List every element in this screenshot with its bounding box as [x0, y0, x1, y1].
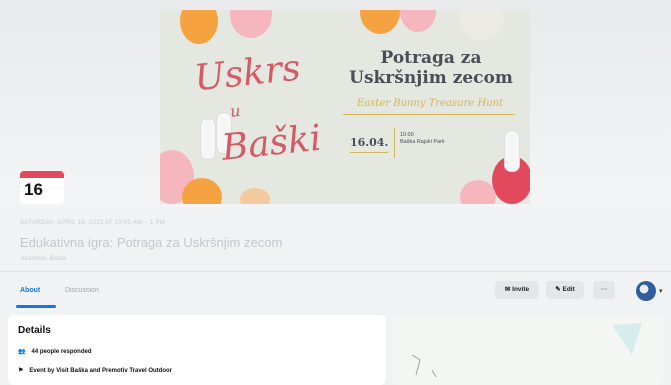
- poster-title: Potraga za Uskršnjim zecom: [349, 48, 513, 88]
- cover-photo[interactable]: Uskrs u Baški Potraga za Uskršnjim zecom…: [160, 10, 530, 204]
- more-button[interactable]: ···: [593, 281, 615, 299]
- event-datetime: SATURDAY, APRIL 16, 2022 AT 10:00 AM – 1…: [20, 220, 166, 226]
- organizer-row[interactable]: ⚑ Event by Visit Baška and Premotiv Trav…: [18, 367, 172, 375]
- edit-button[interactable]: ✎ Edit: [546, 281, 584, 299]
- poster-script-title: Uskrs u Baški: [192, 47, 324, 169]
- map-icon[interactable]: [392, 315, 663, 385]
- event-title: Edukativna igra: Potraga za Uskršnjim ze…: [20, 235, 283, 250]
- egg-decoration: [180, 10, 218, 44]
- more-icon: ···: [600, 286, 608, 293]
- tab-discussion[interactable]: Discussion: [65, 287, 99, 294]
- egg-decoration: [460, 10, 504, 40]
- egg-decoration: [182, 178, 222, 204]
- flag-icon: ⚑: [18, 368, 24, 374]
- bunny-decoration: [504, 130, 520, 172]
- details-card: Details 👥 44 people responded ⚑ Event by…: [8, 315, 386, 385]
- poster-separator: [394, 128, 395, 158]
- event-location[interactable]: Jurandvor, Baška: [20, 256, 66, 262]
- poster-time: 10:00 Baška Rajski Park: [400, 132, 445, 145]
- avatar-icon[interactable]: [636, 281, 656, 301]
- organizer-text: Event by Visit Baška and Premotiv Travel…: [29, 367, 172, 374]
- egg-decoration: [240, 188, 270, 204]
- poster-subtitle: Easter Bunny Treasure Hunt: [356, 98, 504, 109]
- calendar-month-bar: [20, 171, 64, 178]
- map-preview: [411, 323, 642, 378]
- calendar-icon: 16: [20, 171, 64, 204]
- tab-about[interactable]: About: [20, 287, 40, 294]
- poster-date-underline: [350, 152, 388, 153]
- active-tab-indicator: [16, 305, 56, 308]
- egg-decoration: [230, 10, 272, 38]
- invite-button[interactable]: ✉ Invite: [495, 281, 539, 299]
- people-icon: 👥: [18, 349, 26, 355]
- header-divider: [0, 271, 671, 272]
- responded-row[interactable]: 👥 44 people responded: [18, 348, 92, 356]
- egg-decoration: [460, 180, 496, 204]
- egg-decoration: [400, 10, 436, 32]
- details-heading: Details: [18, 325, 51, 336]
- poster-divider: [343, 114, 515, 115]
- event-day: 16: [24, 180, 43, 199]
- egg-decoration: [360, 10, 400, 34]
- responded-text: 44 people responded: [31, 348, 92, 355]
- chevron-down-icon[interactable]: ▾: [659, 287, 663, 295]
- poster-date: 16.04.: [350, 136, 389, 149]
